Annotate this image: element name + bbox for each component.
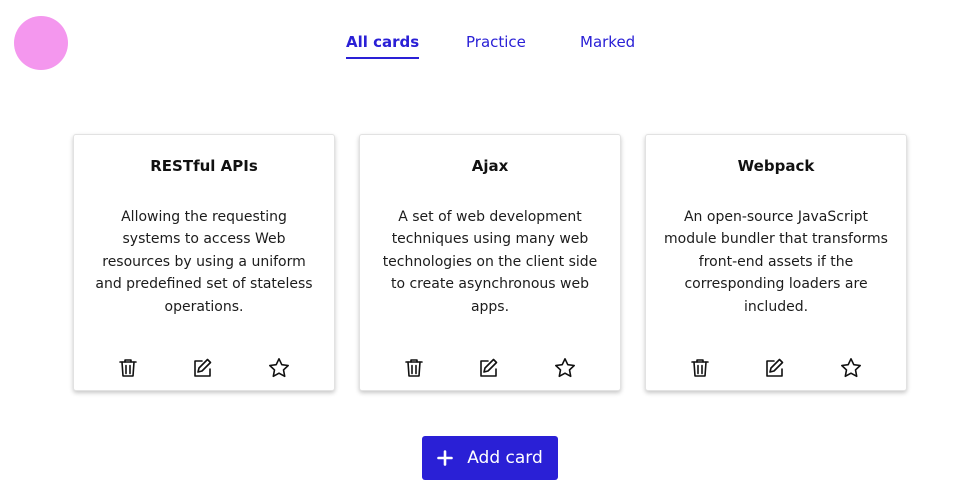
plus-icon	[437, 450, 454, 466]
trash-icon	[691, 359, 709, 377]
card-description: An open-source JavaScript module bundler…	[664, 208, 888, 315]
delete-button[interactable]	[687, 355, 713, 381]
star-icon	[269, 358, 289, 378]
flashcard: Ajax A set of web development techniques…	[359, 134, 621, 391]
card-description: A set of web development techniques usin…	[382, 208, 598, 315]
add-card-button[interactable]: Add card	[422, 436, 558, 480]
trash-icon	[405, 359, 423, 377]
edit-button[interactable]	[761, 355, 787, 381]
card-actions	[360, 355, 620, 381]
edit-icon	[194, 358, 212, 377]
edit-button[interactable]	[475, 355, 501, 381]
star-icon	[841, 358, 861, 378]
card-title: Webpack	[737, 157, 815, 175]
add-card-label: Add card	[467, 448, 543, 468]
card-title: Ajax	[471, 157, 509, 175]
mark-button[interactable]	[838, 355, 864, 381]
delete-button[interactable]	[115, 355, 141, 381]
flashcard: RESTful APIs Allowing the requesting sys…	[73, 134, 335, 391]
card-actions	[74, 355, 334, 381]
card-description: Allowing the requesting systems to acces…	[95, 208, 313, 315]
edit-button[interactable]	[189, 355, 215, 381]
card-title: RESTful APIs	[150, 157, 258, 175]
tab-all-cards[interactable]: All cards	[346, 32, 420, 59]
card-actions	[646, 355, 906, 381]
tab-marked[interactable]: Marked	[580, 32, 635, 52]
edit-icon	[766, 358, 784, 377]
edit-icon	[480, 358, 498, 377]
trash-icon	[119, 359, 137, 377]
star-icon	[555, 358, 575, 378]
tab-practice[interactable]: Practice	[466, 32, 526, 52]
flashcard: Webpack An open-source JavaScript module…	[645, 134, 907, 391]
mark-button[interactable]	[266, 355, 292, 381]
delete-button[interactable]	[401, 355, 427, 381]
mark-button[interactable]	[552, 355, 578, 381]
nav-tabs: All cards Practice Marked	[0, 32, 976, 62]
